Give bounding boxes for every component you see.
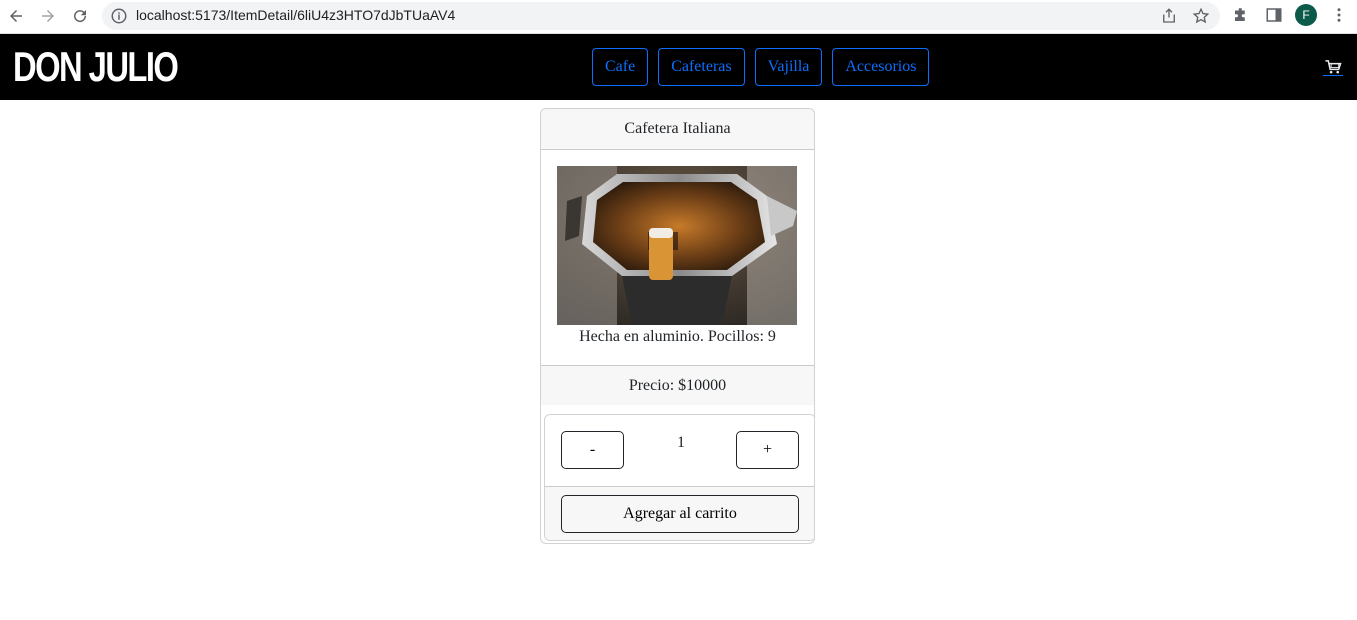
site-navbar: DON JULIO Cafe Cafeteras Vajilla Accesor…	[0, 34, 1357, 100]
forward-icon[interactable]	[36, 5, 60, 27]
category-accesorios-button[interactable]: Accesorios	[832, 48, 930, 86]
category-nav: Cafe Cafeteras Vajilla Accesorios	[592, 48, 930, 86]
category-cafe-button[interactable]: Cafe	[592, 48, 649, 86]
star-icon[interactable]	[1192, 7, 1210, 25]
product-image	[557, 166, 797, 325]
brand-logo[interactable]: DON JULIO	[13, 44, 179, 90]
menu-icon[interactable]	[1330, 6, 1348, 24]
category-cafeteras-button[interactable]: Cafeteras	[658, 48, 745, 86]
counter-footer: Agregar al carrito	[545, 486, 814, 540]
back-icon[interactable]	[4, 5, 28, 27]
category-vajilla-button[interactable]: Vajilla	[754, 48, 823, 86]
address-bar[interactable]: localhost:5173/ItemDetail/6liU4z3HTO7dJb…	[102, 2, 1220, 30]
item-counter: - 1 + Agregar al carrito	[544, 414, 814, 541]
cart-icon[interactable]	[1323, 58, 1343, 76]
product-card: Cafetera Italiana Hecha en aluminio. Poc…	[540, 108, 815, 544]
product-description: Hecha en aluminio. Pocillos: 9	[579, 328, 776, 345]
reload-icon[interactable]	[68, 5, 92, 27]
product-title: Cafetera Italiana	[541, 109, 814, 150]
url-text[interactable]: localhost:5173/ItemDetail/6liU4z3HTO7dJb…	[136, 7, 455, 23]
increment-button[interactable]: +	[736, 431, 799, 469]
share-icon[interactable]	[1160, 7, 1178, 25]
product-price: Precio: $10000	[541, 365, 814, 405]
side-panel-icon[interactable]	[1265, 6, 1283, 24]
extensions-icon[interactable]	[1232, 6, 1250, 24]
info-icon[interactable]	[110, 7, 128, 25]
browser-toolbar: localhost:5173/ItemDetail/6liU4z3HTO7dJb…	[0, 0, 1357, 34]
profile-avatar[interactable]: F	[1295, 4, 1317, 26]
add-to-cart-button[interactable]: Agregar al carrito	[561, 495, 799, 533]
